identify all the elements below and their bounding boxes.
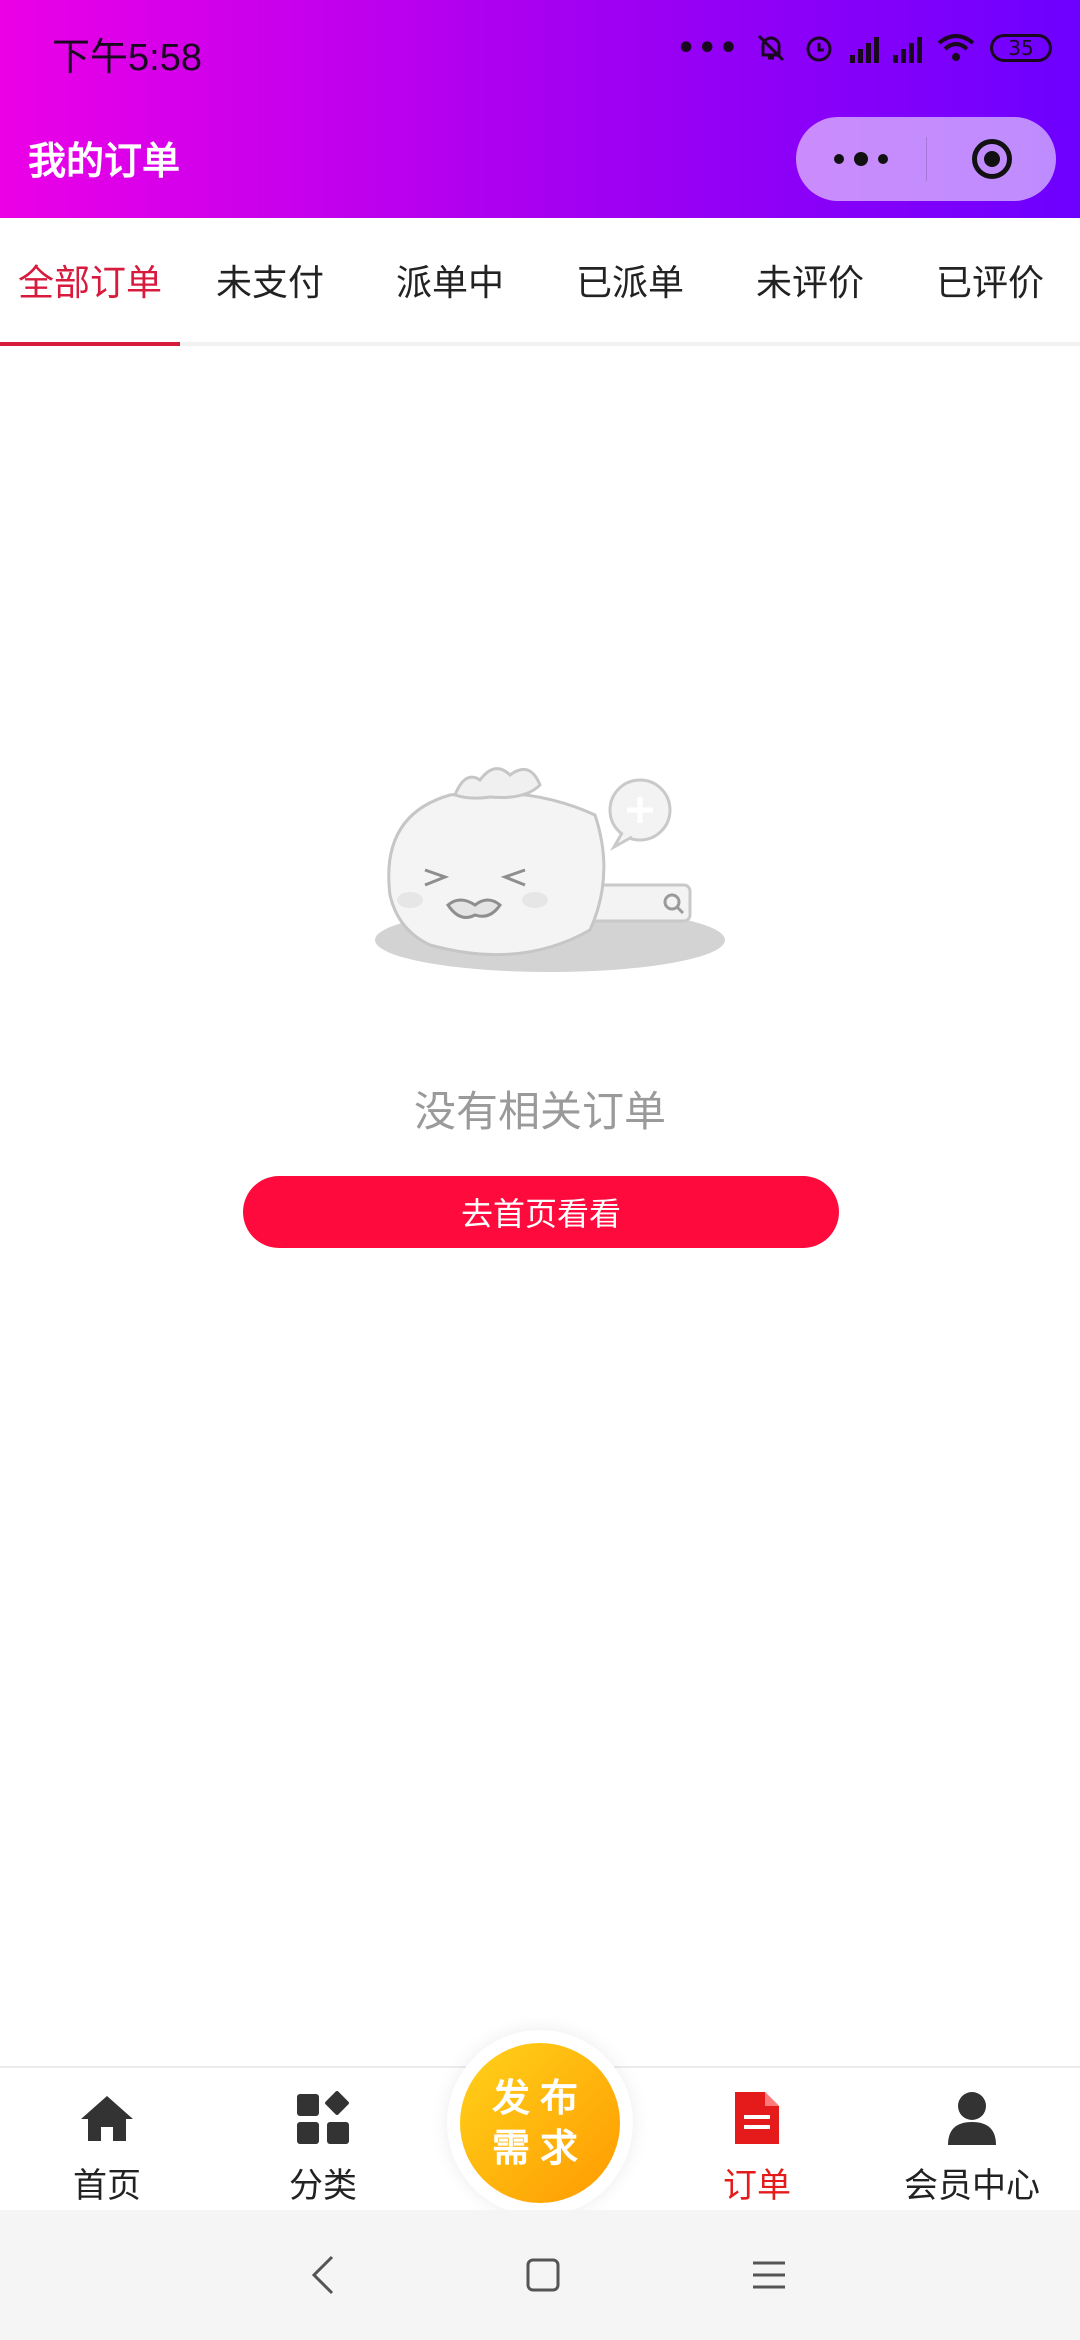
- wifi-icon: [937, 34, 975, 61]
- header: 下午5:58 ••• 35 我的订单: [0, 0, 1080, 218]
- category-icon: [293, 2088, 353, 2148]
- home-icon: [77, 2088, 137, 2148]
- mute-bell-icon: [757, 34, 785, 62]
- tab-unrated[interactable]: 未评价: [720, 218, 900, 342]
- close-miniprogram-button[interactable]: [927, 117, 1056, 201]
- status-time: 下午5:58: [52, 37, 202, 79]
- empty-message: 没有相关订单: [413, 1087, 666, 1136]
- mini-program-capsule: [796, 117, 1056, 201]
- back-icon: [311, 2255, 334, 2295]
- battery-icon: 35: [990, 34, 1052, 62]
- dot-icon: [878, 154, 888, 164]
- tabbar-item-member-center[interactable]: 会员中心: [882, 2088, 1062, 2207]
- back-button[interactable]: [292, 2244, 354, 2306]
- tabbar-item-category[interactable]: 分类: [233, 2088, 413, 2207]
- target-icon: [971, 139, 1012, 179]
- publish-demand-button[interactable]: 发布 需求: [460, 2043, 620, 2203]
- go-home-button[interactable]: 去首页看看: [243, 1176, 839, 1248]
- alarm-icon: [806, 36, 832, 62]
- square-icon: [526, 2258, 560, 2292]
- system-nav-bar: [0, 2210, 1080, 2340]
- more-dots-icon: •••: [676, 30, 740, 66]
- more-button[interactable]: [796, 117, 926, 201]
- recents-button[interactable]: [738, 2244, 800, 2306]
- order-tabs: 全部订单 未支付 派单中 已派单 未评价 已评价: [0, 218, 1080, 346]
- empty-orders-illustration: [375, 767, 725, 972]
- signal-icon: [850, 33, 879, 63]
- tab-dispatching[interactable]: 派单中: [360, 218, 540, 342]
- tabbar-item-orders[interactable]: 订单: [667, 2088, 847, 2207]
- order-icon: [727, 2088, 787, 2148]
- tab-unpaid[interactable]: 未支付: [180, 218, 360, 342]
- status-icons: ••• 35: [676, 26, 1052, 70]
- tabbar-item-home[interactable]: 首页: [17, 2088, 197, 2207]
- tab-rated[interactable]: 已评价: [900, 218, 1080, 342]
- dot-icon: [854, 152, 868, 166]
- tab-dispatched[interactable]: 已派单: [540, 218, 720, 342]
- page-title: 我的订单: [28, 139, 181, 183]
- home-nav-button[interactable]: [512, 2244, 574, 2306]
- dot-icon: [834, 154, 844, 164]
- tab-all-orders[interactable]: 全部订单: [0, 218, 180, 346]
- menu-icon: [753, 2261, 785, 2289]
- publish-demand-wrap: 发布 需求: [447, 2030, 633, 2216]
- user-icon: [942, 2088, 1002, 2148]
- signal-icon-2: [893, 33, 922, 63]
